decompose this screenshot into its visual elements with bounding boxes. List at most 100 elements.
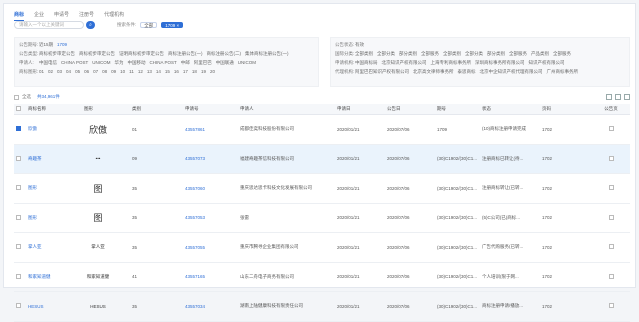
filter-option[interactable]: 全部服务 xyxy=(421,51,439,57)
filter-option[interactable]: 1709 xyxy=(57,42,67,47)
application-number[interactable]: 43557073 xyxy=(185,156,240,161)
filter-option[interactable]: 商标初步审定公告 xyxy=(79,51,115,57)
trademark-name[interactable]: 图形 xyxy=(28,215,84,221)
filter-option[interactable]: 全部分类 xyxy=(465,51,483,57)
filter-option[interactable]: 近15期 xyxy=(39,42,53,48)
filter-option[interactable]: 产品类别 xyxy=(531,51,549,57)
tab-agency[interactable]: 代理机构 xyxy=(104,11,124,21)
header-checkbox[interactable] xyxy=(16,106,21,111)
table-row[interactable]: 掌人亚 掌人亚 35 43557055 重庆市腾寻企业集团有限公司 2020/01/21 2… xyxy=(14,233,630,263)
filter-option[interactable]: 全部分类 xyxy=(377,51,395,57)
filter-option[interactable]: 全部类别 xyxy=(443,51,461,57)
application-number[interactable]: 43557165 xyxy=(185,274,240,279)
filter-option[interactable]: 阿里巴巴 xyxy=(194,60,212,66)
filter-option[interactable]: 阿里巴巴知识产权有限公司 xyxy=(355,69,409,75)
column-header[interactable]: 申请人 xyxy=(240,106,337,112)
table-row[interactable]: 奇趣茶 ••• 09 43557073 福建奇趣茶信科技有限公司 2020/01/21 20… xyxy=(14,144,630,174)
announce-checkbox[interactable] xyxy=(608,303,614,309)
filter-option[interactable]: UNICOM xyxy=(238,60,256,65)
export-icon[interactable] xyxy=(624,94,630,100)
column-header[interactable]: 图形 xyxy=(84,106,132,112)
announce-checkbox[interactable] xyxy=(608,185,614,191)
trademark-name[interactable]: 欣傲 xyxy=(28,126,84,132)
filter-option[interactable]: 10 xyxy=(120,69,125,74)
filter-option[interactable]: 08 xyxy=(102,69,107,74)
filter-option[interactable]: 19 xyxy=(201,69,206,74)
row-checkbox[interactable] xyxy=(16,126,21,132)
filter-option[interactable]: 11 xyxy=(129,69,134,74)
column-header[interactable]: 申请号 xyxy=(185,106,240,112)
search-button[interactable]: ⌕ xyxy=(86,21,95,29)
filter-option[interactable]: 15 xyxy=(165,69,170,74)
row-checkbox[interactable] xyxy=(16,155,21,161)
filter-option[interactable]: 07 xyxy=(93,69,98,74)
table-row[interactable]: 欣傲 欣傲 01 43557861 成都佳奕科技股份有限公司 2020/01/21 2020… xyxy=(14,115,630,145)
announce-checkbox[interactable] xyxy=(608,155,614,161)
row-checkbox[interactable] xyxy=(16,244,21,250)
filter-option[interactable]: 北京高文律师事务所 xyxy=(413,69,454,75)
filter-option[interactable]: 有效 xyxy=(355,42,364,48)
search-input[interactable]: 请输入一个以上关键词 xyxy=(14,21,84,29)
filter-option[interactable]: 09 xyxy=(111,69,116,74)
filter-option[interactable]: 知识产权有限公司 xyxy=(529,60,565,66)
filter-option[interactable]: 全部类别 xyxy=(355,51,373,57)
column-header[interactable]: 页码 xyxy=(542,106,592,112)
filter-option[interactable]: 广州商标事务所 xyxy=(547,69,579,75)
filter-option[interactable]: 全部服务 xyxy=(553,51,571,57)
filter-option[interactable]: 部分类别 xyxy=(487,51,505,57)
trademark-name[interactable]: 奇趣茶 xyxy=(28,156,84,162)
filter-option[interactable]: 商标初步审定公告 xyxy=(39,51,75,57)
filter-option[interactable]: 证明商标初步审定公告 xyxy=(119,51,164,57)
filter-option[interactable]: CHINA POST xyxy=(61,60,88,65)
filter-option[interactable]: 泰思商标 xyxy=(458,69,476,75)
row-checkbox[interactable] xyxy=(16,185,21,191)
filter-option[interactable]: 北京中企知识产权代理有限公司 xyxy=(480,69,543,75)
trademark-name[interactable]: 掌人亚 xyxy=(28,244,84,250)
filter-option[interactable]: 上海专利商标事务所 xyxy=(431,60,472,66)
row-checkbox[interactable] xyxy=(16,303,21,309)
filter-option[interactable]: 全部服务 xyxy=(509,51,527,57)
filter-option[interactable]: 中国商标局 xyxy=(355,60,378,66)
condition-chip-all[interactable]: 全部 xyxy=(140,22,158,28)
filter-option[interactable]: 中国移动 xyxy=(128,60,146,66)
table-row[interactable]: HESUS HESUS 35 43557034 湖南上陆健康科技有限责任公司 2020/0… xyxy=(14,292,630,322)
application-number[interactable]: 43557861 xyxy=(185,127,240,132)
tab-registration-no[interactable]: 注册号 xyxy=(79,11,94,21)
filter-option[interactable]: 商标注册公告(一) xyxy=(168,51,203,57)
column-header[interactable]: 类别 xyxy=(132,106,185,112)
announce-checkbox[interactable] xyxy=(608,273,614,279)
grid-view-icon[interactable] xyxy=(615,94,621,100)
filter-option[interactable]: 01 xyxy=(39,69,44,74)
application-number[interactable]: 43557053 xyxy=(185,215,240,220)
column-header[interactable]: 公告页 xyxy=(592,106,630,112)
filter-option[interactable]: 部分类别 xyxy=(399,51,417,57)
filter-option[interactable]: 16 xyxy=(174,69,179,74)
filter-option[interactable]: 04 xyxy=(66,69,71,74)
filter-option[interactable]: 中国电信 xyxy=(39,60,57,66)
filter-option[interactable]: 中国联通 xyxy=(216,60,234,66)
table-row[interactable]: 和家知道健 和家知道健 41 43557165 山东二舟电子商务有限公司 2020/01/… xyxy=(14,263,630,292)
filter-option[interactable]: 06 xyxy=(84,69,89,74)
announce-checkbox[interactable] xyxy=(608,214,614,220)
column-header[interactable]: 商标名称 xyxy=(28,106,84,112)
application-number[interactable]: 43557060 xyxy=(185,186,240,191)
select-all-checkbox[interactable] xyxy=(14,94,19,100)
filter-option[interactable]: 商标注册公告(二) xyxy=(207,51,242,57)
row-checkbox[interactable] xyxy=(16,273,21,279)
trademark-name[interactable]: HESUS xyxy=(28,304,84,309)
filter-option[interactable]: 17 xyxy=(183,69,188,74)
filter-option[interactable]: 05 xyxy=(75,69,80,74)
column-header[interactable]: 公告日 xyxy=(387,106,437,112)
list-view-icon[interactable] xyxy=(606,94,612,100)
announce-checkbox[interactable] xyxy=(608,244,614,250)
tab-application-no[interactable]: 申请号 xyxy=(54,11,69,21)
announce-checkbox[interactable] xyxy=(608,126,614,132)
filter-option[interactable]: 13 xyxy=(147,69,152,74)
tab-trademark[interactable]: 商标 xyxy=(14,11,25,21)
filter-option[interactable]: 20 xyxy=(210,69,215,74)
filter-option[interactable]: CHINA POST xyxy=(150,60,177,65)
filter-option[interactable]: UNICOM xyxy=(92,60,110,65)
filter-option[interactable]: 华为 xyxy=(115,60,124,66)
column-header[interactable]: 期号 xyxy=(437,106,482,112)
application-number[interactable]: 43557055 xyxy=(185,245,240,250)
